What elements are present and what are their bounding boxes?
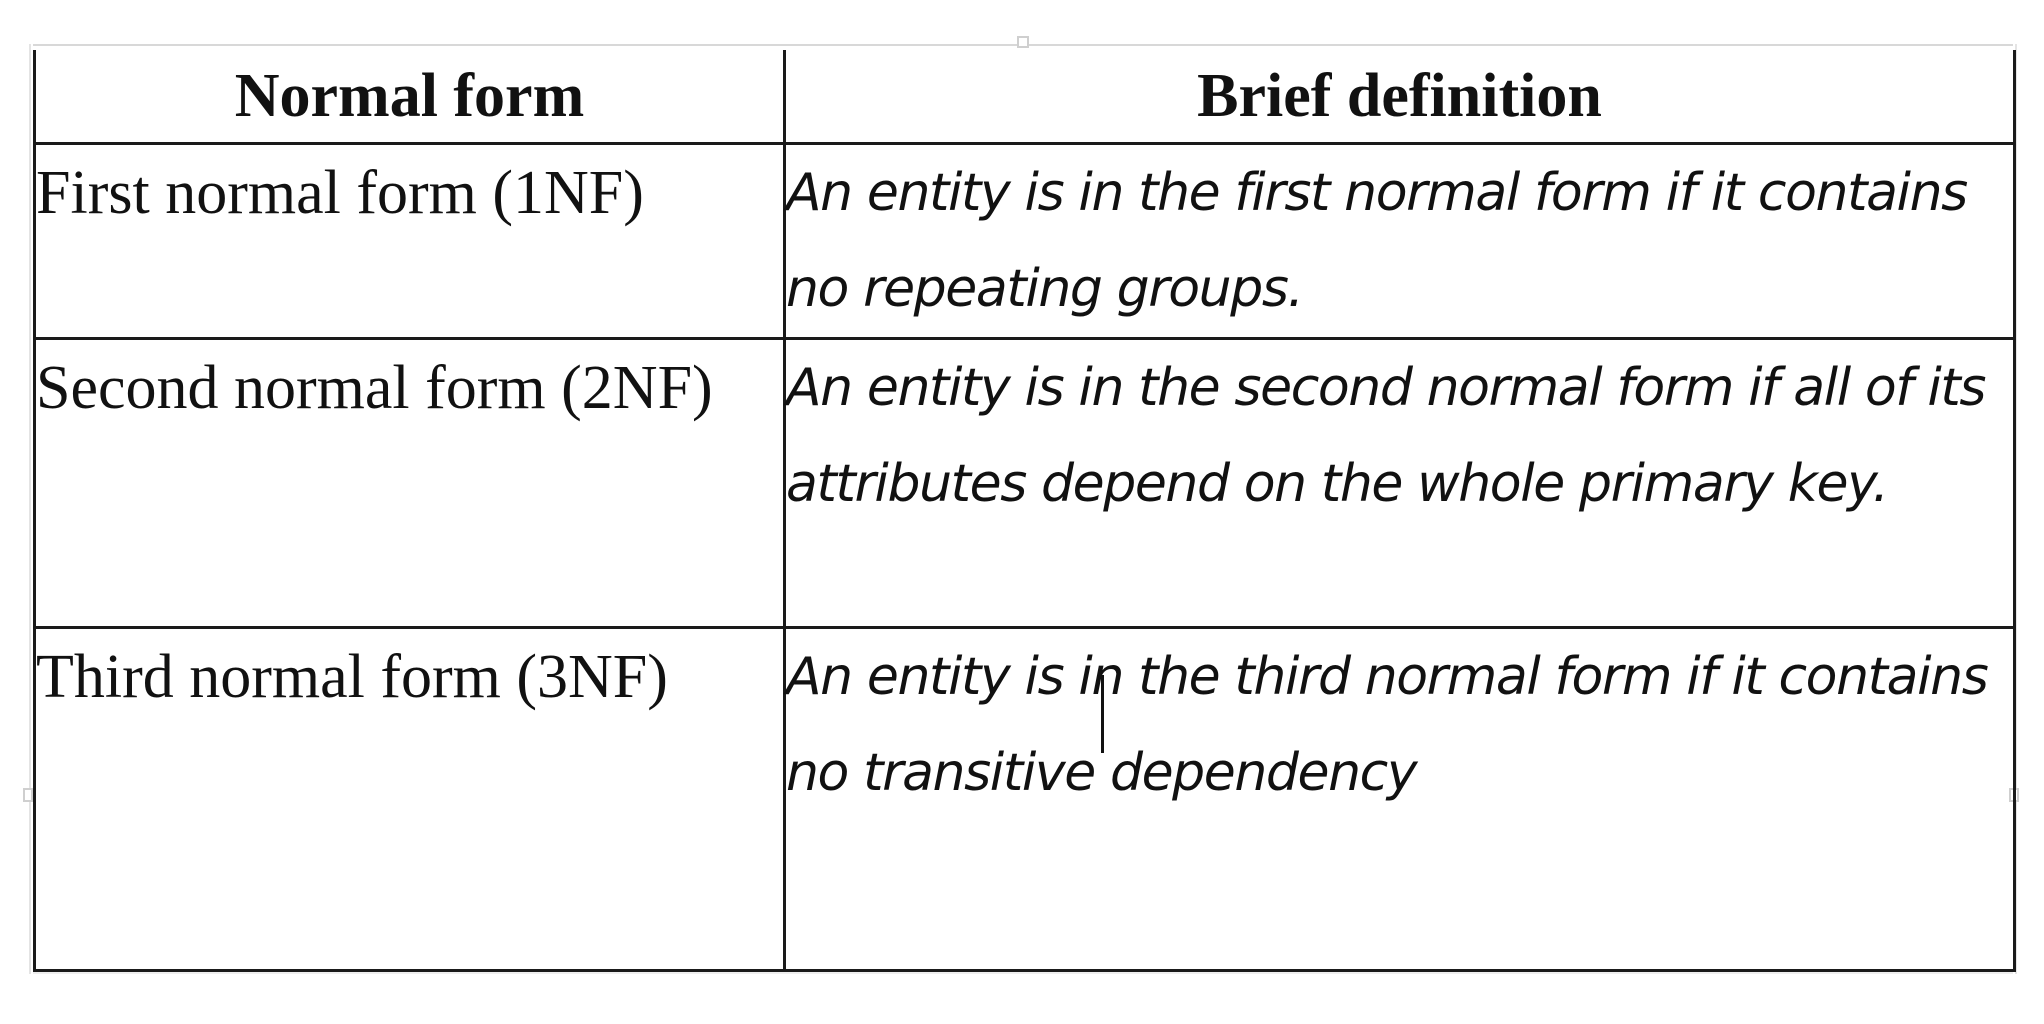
cell-definition-1nf[interactable]: An entity is in the first normal form if… — [783, 143, 2016, 339]
header-normal-form[interactable]: Normal form — [33, 50, 786, 144]
table-frame[interactable]: Normal form Brief definition First norma… — [23, 36, 2019, 974]
header-brief-definition[interactable]: Brief definition — [783, 50, 2016, 144]
normal-forms-table: Normal form Brief definition First norma… — [33, 50, 2016, 972]
cell-definition-2nf[interactable]: An entity is in the second normal form i… — [783, 338, 2016, 628]
cell-normal-form-2nf[interactable]: Second normal form (2NF) — [33, 338, 786, 628]
selection-border-left — [29, 44, 31, 974]
cell-normal-form-3nf[interactable]: Third normal form (3NF) — [33, 627, 786, 971]
cell-definition-3nf[interactable]: An entity is in the third normal form if… — [783, 627, 2016, 971]
text-cursor — [1101, 675, 1104, 753]
resize-handle-left[interactable] — [23, 788, 33, 802]
table-row: Third normal form (3NF) An entity is in … — [33, 627, 2016, 971]
selection-border-bottom — [33, 972, 2013, 974]
table-row: Second normal form (2NF) An entity is in… — [33, 338, 2016, 628]
cell-normal-form-1nf[interactable]: First normal form (1NF) — [33, 143, 786, 339]
table-header-row: Normal form Brief definition — [33, 50, 2016, 144]
table-row: First normal form (1NF) An entity is in … — [33, 143, 2016, 339]
table-move-handle[interactable] — [1017, 36, 1029, 48]
